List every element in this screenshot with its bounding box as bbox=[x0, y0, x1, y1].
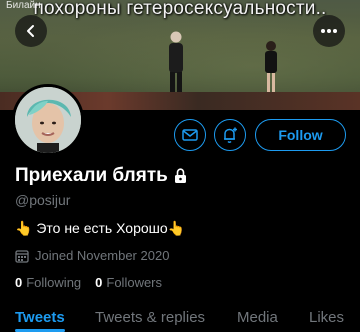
tab-tweets-and-replies[interactable]: Tweets & replies bbox=[95, 309, 205, 326]
display-name: Приехали блять bbox=[15, 165, 168, 186]
profile-name-row: Приехали блять bbox=[15, 165, 187, 187]
follow-counts: 0 Following 0 Followers bbox=[15, 275, 176, 290]
more-options-button[interactable] bbox=[313, 15, 345, 47]
avatar[interactable] bbox=[12, 84, 84, 156]
arrow-left-icon bbox=[27, 25, 34, 37]
banner-caption: похороны гетеросексуальности.. bbox=[33, 0, 327, 19]
avatar-image bbox=[15, 87, 81, 153]
envelope-icon bbox=[182, 129, 198, 141]
following-count: 0 bbox=[15, 275, 23, 290]
back-button[interactable] bbox=[15, 15, 47, 47]
following-link[interactable]: 0 Following bbox=[15, 275, 81, 290]
tab-likes[interactable]: Likes bbox=[309, 309, 344, 326]
tab-media[interactable]: Media bbox=[237, 309, 278, 326]
tab-tweets[interactable]: Tweets bbox=[15, 309, 65, 326]
follow-button[interactable]: Follow bbox=[255, 119, 346, 151]
followers-label: Followers bbox=[106, 275, 163, 290]
profile-handle: @posijur bbox=[15, 192, 71, 208]
profile-bio: 👆 Это не есть Хорошо👆 bbox=[15, 220, 186, 236]
bell-plus-icon bbox=[224, 127, 237, 143]
status-bar-carrier: Билайн bbox=[6, 0, 41, 11]
joined-date: Joined November 2020 bbox=[15, 248, 169, 263]
followers-count: 0 bbox=[95, 275, 103, 290]
calendar-icon bbox=[15, 249, 29, 263]
more-horizontal-icon bbox=[321, 29, 337, 33]
joined-text: Joined November 2020 bbox=[35, 248, 170, 263]
following-label: Following bbox=[26, 275, 82, 290]
lock-icon bbox=[174, 168, 186, 183]
message-button[interactable] bbox=[174, 119, 206, 151]
followers-link[interactable]: 0 Followers bbox=[95, 275, 162, 290]
notifications-button[interactable] bbox=[214, 119, 246, 151]
